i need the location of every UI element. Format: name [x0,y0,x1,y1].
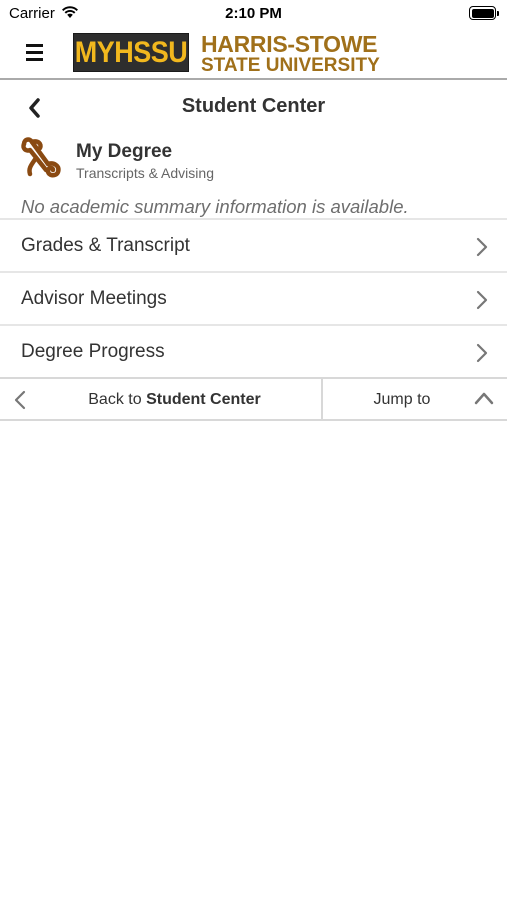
academic-summary-notice: No academic summary information is avail… [21,196,409,217]
menu-item-advisor-meetings[interactable]: Advisor Meetings [0,271,507,324]
menu-item-label: Degree Progress [21,341,165,362]
back-prefix: Back to [88,391,142,408]
hamburger-menu-button[interactable] [24,41,50,65]
menu-item-grades-transcript[interactable]: Grades & Transcript [0,218,507,271]
logo-name-line1: HARRIS-STOWE [201,31,378,57]
page-header: Student Center [0,82,507,132]
section-subtitle: Transcripts & Advising [76,165,214,181]
menu-item-degree-progress[interactable]: Degree Progress [0,324,507,377]
battery-icon [469,6,499,20]
myhssu-logo-text: MYHSSU [74,35,188,69]
chevron-right-icon [476,343,488,363]
bottom-navigation-bar: Back to Student Center Jump to [0,377,507,421]
diploma-scroll-icon [21,137,61,178]
status-time: 2:10 PM [225,5,282,22]
back-target: Student Center [146,391,261,408]
my-degree-menu-list: Grades & Transcript Advisor Meetings Deg… [0,218,507,377]
jump-to-label: Jump to [373,391,431,408]
back-to-student-center-button[interactable]: Back to Student Center [0,379,323,419]
my-degree-section-header: My Degree Transcripts & Advising [0,132,507,184]
section-title: My Degree [76,141,173,162]
chevron-right-icon [476,237,488,257]
menu-item-label: Advisor Meetings [21,288,167,309]
back-button-text: Back to Student Center [0,391,349,409]
harris-stowe-logo: HARRIS-STOWE STATE UNIVERSITY [201,31,399,76]
status-bar: Carrier 2:10 PM [0,0,507,28]
logo-name-line2: STATE UNIVERSITY [201,55,380,76]
menu-item-label: Grades & Transcript [21,235,190,256]
app-header: MYHSSU HARRIS-STOWE STATE UNIVERSITY [0,28,507,80]
chevron-right-icon [476,290,488,310]
page-title: Student Center [181,95,326,117]
chevron-up-icon [474,392,494,405]
myhssu-logo: MYHSSU [73,33,189,72]
jump-to-button[interactable]: Jump to [325,379,507,419]
